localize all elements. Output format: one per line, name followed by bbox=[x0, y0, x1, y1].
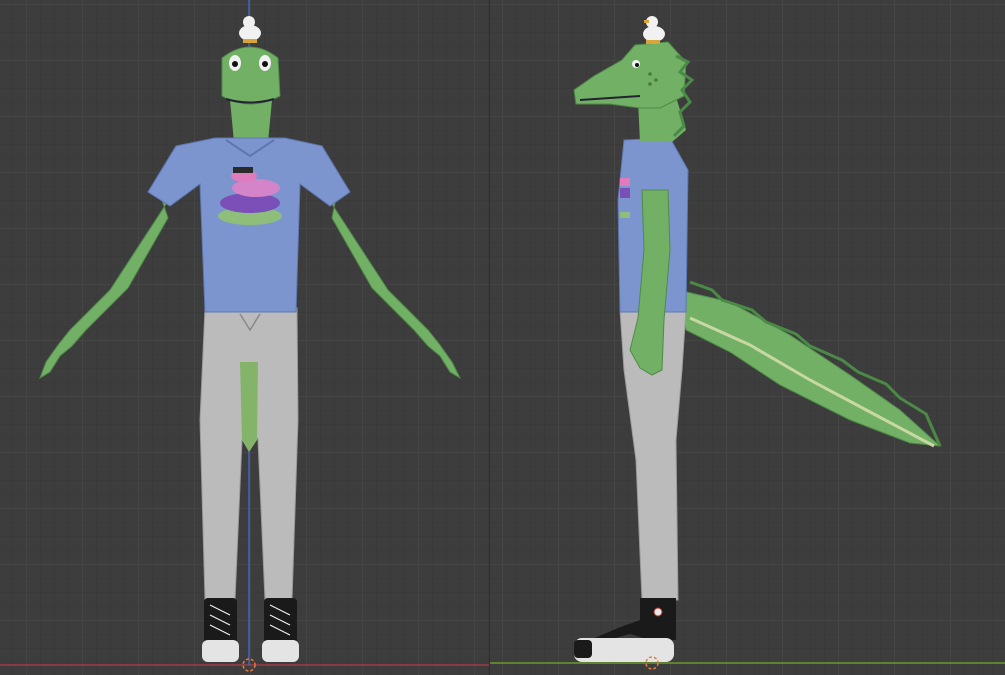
neck bbox=[230, 100, 272, 142]
duck-figurine[interactable] bbox=[239, 16, 261, 43]
tail-front bbox=[240, 362, 258, 452]
head-side bbox=[573, 41, 687, 109]
viewport-side[interactable] bbox=[490, 0, 1005, 675]
right-arm bbox=[327, 186, 462, 380]
character-front[interactable] bbox=[39, 16, 462, 662]
character-side[interactable] bbox=[573, 16, 942, 662]
front-scene bbox=[0, 0, 490, 672]
tail bbox=[677, 289, 942, 447]
left-shoe bbox=[202, 598, 239, 662]
t-shirt bbox=[147, 137, 351, 313]
duck-figurine-side[interactable] bbox=[643, 16, 665, 44]
viewport-front[interactable] bbox=[0, 0, 490, 675]
right-shoe bbox=[262, 598, 299, 662]
head bbox=[221, 46, 281, 105]
shirt-print-edge bbox=[620, 178, 630, 218]
side-scene bbox=[490, 16, 1005, 670]
shoe-side bbox=[574, 598, 676, 662]
left-arm bbox=[39, 186, 171, 380]
